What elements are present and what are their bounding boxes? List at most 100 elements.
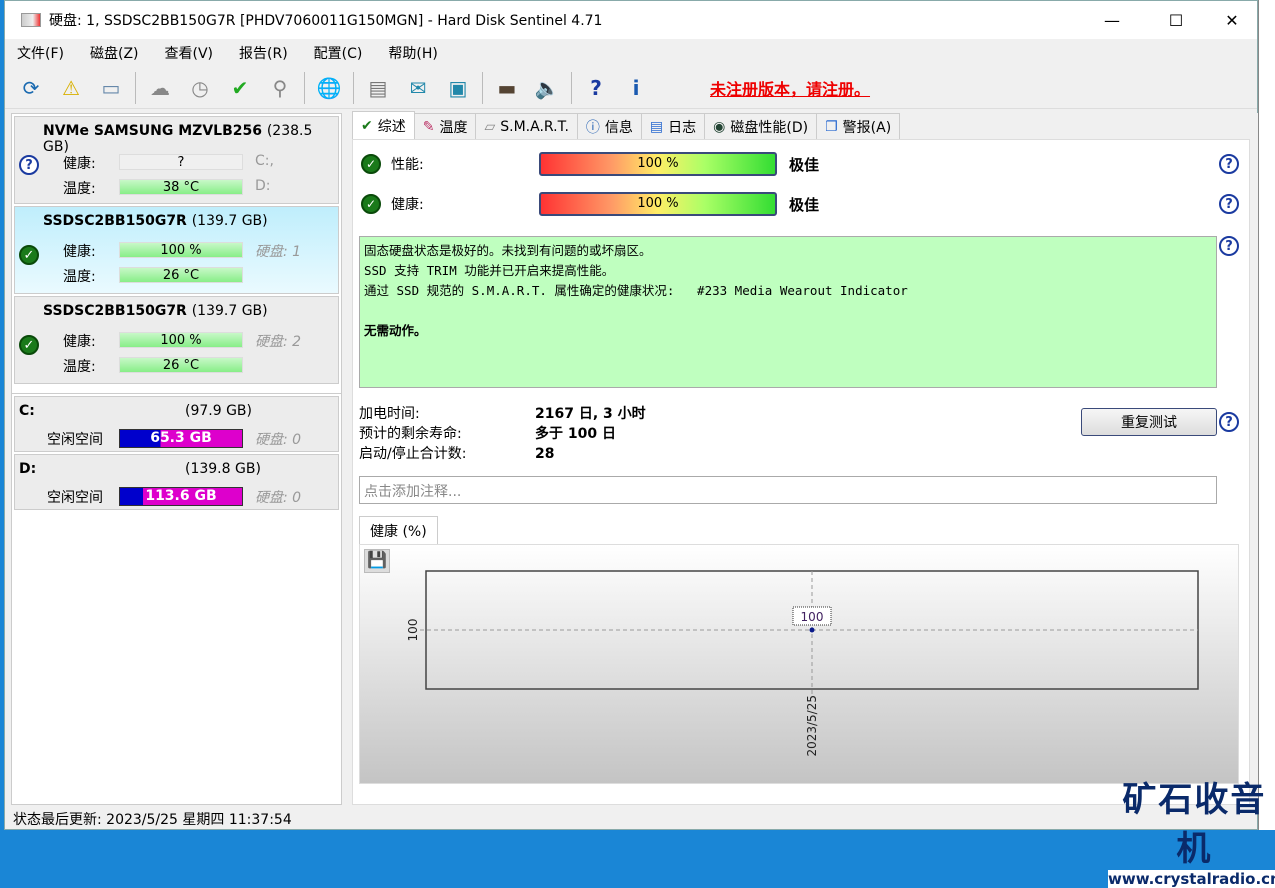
- tab-info[interactable]: ⓘ 信息: [576, 113, 642, 139]
- tab-label: 信息: [604, 119, 633, 136]
- volume-item[interactable]: D: (139.8 GB) 空闲空间 113.6 GB 硬盘: 0: [14, 454, 339, 510]
- help-icon[interactable]: ?: [1219, 154, 1239, 174]
- volume-item[interactable]: C: (97.9 GB) 空闲空间 65.3 GB 硬盘: 0: [14, 396, 339, 452]
- network-icon[interactable]: ▣: [442, 72, 474, 104]
- close-button[interactable]: ✕: [1205, 1, 1259, 39]
- unregistered-link[interactable]: 未注册版本，请注册。: [710, 76, 870, 100]
- health-label: 健康:: [63, 334, 96, 350]
- chart-svg: 100 100 2023/5/25: [406, 570, 1199, 757]
- info-icon[interactable]: i: [620, 72, 652, 104]
- remaining-life-label: 预计的剩余寿命:: [359, 426, 462, 442]
- health-chart: 💾 100 100 2023/5/25: [359, 544, 1239, 784]
- tab-label: 日志: [668, 119, 697, 136]
- menu-view[interactable]: 查看(V): [165, 43, 214, 63]
- menu-file[interactable]: 文件(F): [17, 43, 64, 63]
- disk-clock-icon[interactable]: ◷: [184, 72, 216, 104]
- disk-model: SSDSC2BB150G7R: [43, 303, 187, 319]
- maximize-button[interactable]: ☐: [1149, 1, 1203, 39]
- disk-item[interactable]: NVMe SAMSUNG MZVLB256 (238.5 GB) ? 健康: ?…: [14, 116, 339, 204]
- performance-rating: 极佳: [789, 156, 820, 174]
- free-space-bar: 113.6 GB: [119, 487, 243, 506]
- background-window: [1258, 0, 1275, 830]
- temp-bar: 26 °C: [119, 357, 243, 373]
- health-bar: 100 %: [119, 332, 243, 348]
- disk-name: SSDSC2BB150G7R (139.7 GB): [43, 213, 268, 229]
- help-icon[interactable]: ?: [1219, 412, 1239, 432]
- help-icon[interactable]: ?: [580, 72, 612, 104]
- disk-item[interactable]: SSDSC2BB150G7R (139.7 GB) ✓ 健康: 100 % 硬盘…: [14, 296, 339, 384]
- terminal-icon[interactable]: ▬: [491, 72, 523, 104]
- minimize-button[interactable]: —: [1085, 1, 1139, 39]
- status-message: 固态硬盘状态是极好的。未找到有问题的或坏扇区。 SSD 支持 TRIM 功能并已…: [359, 236, 1217, 388]
- refresh-icon[interactable]: ⟳: [15, 72, 47, 104]
- check-icon: ✓: [361, 154, 381, 174]
- disk-size: (139.7 GB): [191, 303, 268, 319]
- disk-icon: ▱: [484, 118, 496, 135]
- power-on-label: 加电时间:: [359, 406, 420, 422]
- data-point: [809, 627, 815, 633]
- document-icon[interactable]: ▤: [362, 72, 394, 104]
- toolbar-separator: [353, 71, 354, 104]
- globe-disk-icon[interactable]: 🌐: [313, 72, 345, 104]
- window-title: 硬盘: 1, SSDSC2BB150G7R [PHDV7060011G150MG…: [49, 13, 603, 29]
- health-label: 健康:: [391, 197, 424, 213]
- email-icon[interactable]: ✉: [402, 72, 434, 104]
- refresh-alert-icon[interactable]: ⚠: [55, 72, 87, 104]
- check-icon: ✓: [361, 194, 381, 214]
- main-window: 硬盘: 1, SSDSC2BB150G7R [PHDV7060011G150MG…: [4, 0, 1259, 830]
- question-icon: ?: [19, 155, 39, 175]
- disk-grey-icon[interactable]: ☁: [144, 72, 176, 104]
- health-bar: ?: [119, 154, 243, 170]
- tab-smart[interactable]: ▱ S.M.A.R.T.: [475, 113, 578, 139]
- watermark: 矿石收音机 www.crystalradio.cn: [1108, 772, 1275, 888]
- menu-help[interactable]: 帮助(H): [388, 43, 437, 63]
- title-bar: 硬盘: 1, SSDSC2BB150G7R [PHDV7060011G150MG…: [5, 1, 1257, 39]
- toolbar-separator: [482, 71, 483, 104]
- free-space-label: 空闲空间: [47, 432, 103, 448]
- disk-list-panel: NVMe SAMSUNG MZVLB256 (238.5 GB) ? 健康: ?…: [11, 113, 342, 805]
- divider: [12, 386, 341, 394]
- disk-number: 硬盘: 2: [255, 334, 302, 350]
- tab-alerts[interactable]: ❐ 警报(A): [816, 113, 901, 139]
- thermometer-icon: ✎: [422, 118, 435, 135]
- note-input[interactable]: 点击添加注释...: [359, 476, 1217, 504]
- check-icon: ✓: [19, 335, 39, 355]
- menu-report[interactable]: 报告(R): [239, 43, 288, 63]
- tab-temperature[interactable]: ✎ 温度: [413, 113, 477, 139]
- chart-tab-health[interactable]: 健康 (%): [359, 516, 438, 545]
- help-icon[interactable]: ?: [1219, 194, 1239, 214]
- power-on-value: 2167 日, 3 小时: [535, 406, 646, 422]
- disk-check-icon[interactable]: ✔: [224, 72, 256, 104]
- disk-name: SSDSC2BB150G7R (139.7 GB): [43, 303, 268, 319]
- disk-name: NVMe SAMSUNG MZVLB256 (238.5 GB): [43, 123, 338, 155]
- menu-config[interactable]: 配置(C): [314, 43, 363, 63]
- gauge-icon: ◉: [713, 118, 726, 135]
- tab-label: 警报(A): [842, 119, 892, 136]
- disk-item-selected[interactable]: SSDSC2BB150G7R (139.7 GB) ✓ 健康: 100 % 硬盘…: [14, 206, 339, 294]
- message-line: SSD 支持 TRIM 功能并已开启来提高性能。: [364, 263, 615, 278]
- free-space-bar: 65.3 GB: [119, 429, 243, 448]
- tab-overview[interactable]: ✔ 综述: [352, 111, 415, 139]
- partition-label: D:: [255, 178, 271, 194]
- data-label: 100: [801, 610, 824, 624]
- copy-icon: ❐: [825, 118, 838, 135]
- health-row: ✓ 健康:: [361, 194, 424, 214]
- retest-button[interactable]: 重复测试: [1081, 408, 1217, 436]
- tab-log[interactable]: ▤ 日志: [640, 113, 706, 139]
- health-label: 健康:: [63, 156, 96, 172]
- volume-name: C:: [19, 403, 35, 419]
- help-icon[interactable]: ?: [1219, 236, 1239, 256]
- menu-disk[interactable]: 磁盘(Z): [90, 43, 139, 63]
- disk-search-icon[interactable]: ⚲: [264, 72, 296, 104]
- message-line: 固态硬盘状态是极好的。未找到有问题的或坏扇区。: [364, 243, 652, 258]
- temp-bar: 26 °C: [119, 267, 243, 283]
- disk-model: SSDSC2BB150G7R: [43, 213, 187, 229]
- tab-bar: ✔ 综述 ✎ 温度 ▱ S.M.A.R.T. ⓘ 信息 ▤ 日志 ◉ 磁盘性能(D) ❐ 警报…: [352, 111, 901, 139]
- speaker-icon[interactable]: 🔈: [531, 72, 563, 104]
- disk-icon[interactable]: ▭: [95, 72, 127, 104]
- toolbar-separator: [304, 71, 305, 104]
- tab-performance[interactable]: ◉ 磁盘性能(D): [704, 113, 818, 139]
- remaining-life-value: 多于 100 日: [535, 426, 616, 442]
- temp-label: 温度:: [63, 359, 96, 375]
- health-label: 健康:: [63, 244, 96, 260]
